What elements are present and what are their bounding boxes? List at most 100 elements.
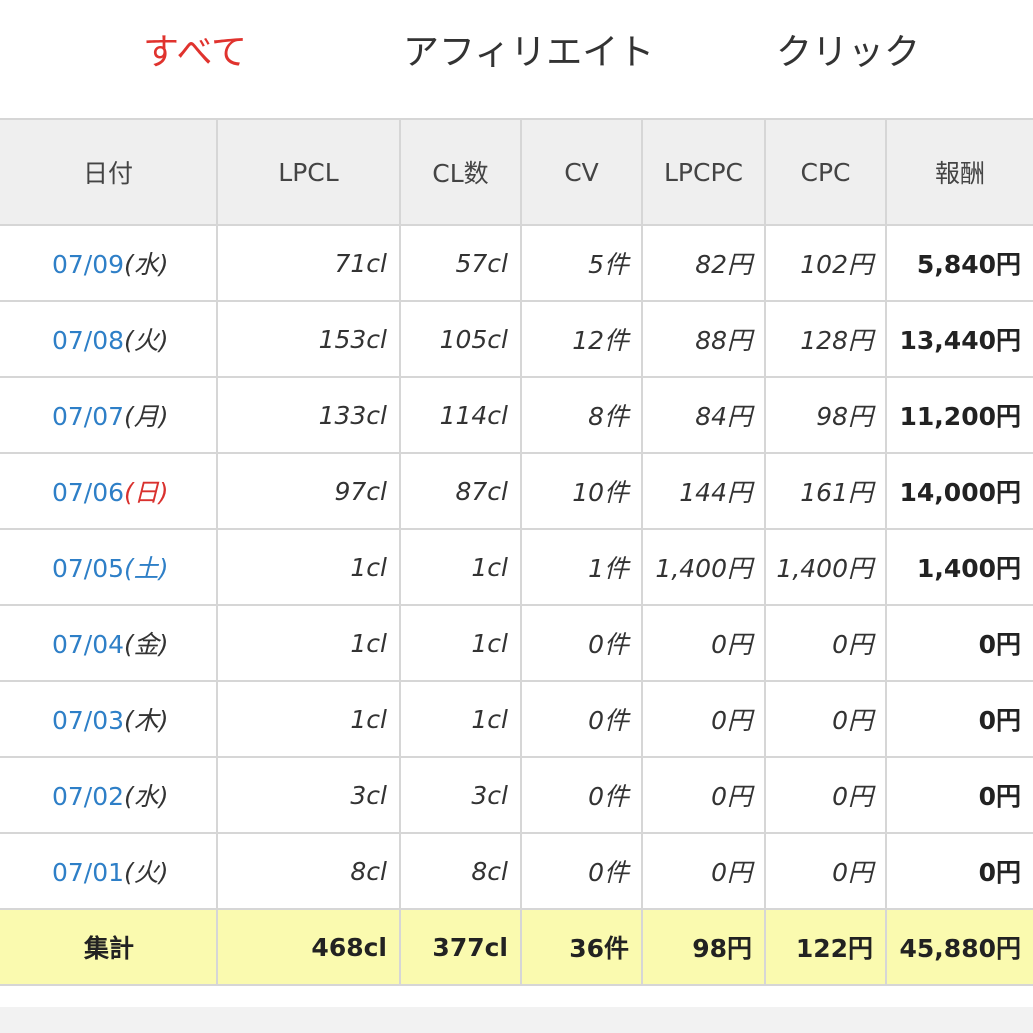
date-link[interactable]: 07/01 <box>52 858 124 887</box>
reward-cell: 14,000円 <box>885 452 1033 530</box>
reward-cell: 0円 <box>885 604 1033 682</box>
header-cv: CV <box>520 118 643 226</box>
day-of-week: (水) <box>124 250 169 279</box>
total-lpcl: 468cl <box>216 908 401 986</box>
table-row: 07/04(金) 1cl 1cl 0件 0円 0円 0円 <box>0 604 1033 682</box>
cv-cell: 0件 <box>520 756 643 834</box>
bottom-band <box>0 1007 1033 1033</box>
date-cell[interactable]: 07/07(月) <box>0 376 218 454</box>
day-of-week: (木) <box>124 706 169 735</box>
cl-count-cell: 1cl <box>399 604 522 682</box>
cl-count-cell: 105cl <box>399 300 522 378</box>
reward-cell: 0円 <box>885 680 1033 758</box>
cpc-cell: 0円 <box>764 680 887 758</box>
total-cl-count: 377cl <box>399 908 522 986</box>
table-row: 07/03(木) 1cl 1cl 0件 0円 0円 0円 <box>0 680 1033 758</box>
date-link[interactable]: 07/02 <box>52 782 124 811</box>
lpcpc-cell: 0円 <box>641 756 766 834</box>
reward-cell: 13,440円 <box>885 300 1033 378</box>
reward-cell: 0円 <box>885 756 1033 834</box>
date-cell[interactable]: 07/05(土) <box>0 528 218 606</box>
cpc-cell: 1,400円 <box>764 528 887 606</box>
lpcl-cell: 1cl <box>216 528 401 606</box>
date-link[interactable]: 07/07 <box>52 402 124 431</box>
table-row: 07/08(火) 153cl 105cl 12件 88円 128円 13,440… <box>0 300 1033 378</box>
date-link[interactable]: 07/05 <box>52 554 124 583</box>
date-link[interactable]: 07/03 <box>52 706 124 735</box>
tab-click[interactable]: クリック <box>776 26 920 80</box>
report-table-container: 日付 LPCL CL数 CV LPCPC CPC 報酬 07/09(水) 71c… <box>0 118 1033 986</box>
date-link[interactable]: 07/06 <box>52 478 124 507</box>
lpcl-cell: 71cl <box>216 224 401 302</box>
lpcpc-cell: 0円 <box>641 604 766 682</box>
lpcpc-cell: 144円 <box>641 452 766 530</box>
date-cell[interactable]: 07/02(水) <box>0 756 218 834</box>
reward-cell: 5,840円 <box>885 224 1033 302</box>
lpcpc-cell: 0円 <box>641 680 766 758</box>
header-cpc: CPC <box>764 118 887 226</box>
lpcl-cell: 153cl <box>216 300 401 378</box>
cv-cell: 0件 <box>520 832 643 910</box>
table-row: 07/01(火) 8cl 8cl 0件 0円 0円 0円 <box>0 832 1033 910</box>
day-of-week: (水) <box>124 782 169 811</box>
cl-count-cell: 8cl <box>399 832 522 910</box>
total-label: 集計 <box>0 908 218 986</box>
cpc-cell: 0円 <box>764 832 887 910</box>
date-cell[interactable]: 07/06(日) <box>0 452 218 530</box>
date-link[interactable]: 07/09 <box>52 250 124 279</box>
day-of-week: (日) <box>124 478 169 507</box>
tab-bar: すべて アフィリエイト クリック <box>0 0 1033 118</box>
reward-cell: 1,400円 <box>885 528 1033 606</box>
date-cell[interactable]: 07/08(火) <box>0 300 218 378</box>
cv-cell: 5件 <box>520 224 643 302</box>
total-row: 集計 468cl 377cl 36件 98円 122円 45,880円 <box>0 908 1033 986</box>
cpc-cell: 128円 <box>764 300 887 378</box>
lpcl-cell: 1cl <box>216 680 401 758</box>
date-link[interactable]: 07/04 <box>52 630 124 659</box>
day-of-week: (火) <box>124 326 169 355</box>
day-of-week: (月) <box>124 402 169 431</box>
cl-count-cell: 3cl <box>399 756 522 834</box>
cv-cell: 12件 <box>520 300 643 378</box>
day-of-week: (火) <box>124 858 169 887</box>
report-table: 日付 LPCL CL数 CV LPCPC CPC 報酬 07/09(水) 71c… <box>0 118 1033 986</box>
date-cell[interactable]: 07/04(金) <box>0 604 218 682</box>
cpc-cell: 0円 <box>764 604 887 682</box>
header-lpcpc: LPCPC <box>641 118 766 226</box>
cv-cell: 0件 <box>520 680 643 758</box>
lpcpc-cell: 84円 <box>641 376 766 454</box>
date-cell[interactable]: 07/01(火) <box>0 832 218 910</box>
table-header-row: 日付 LPCL CL数 CV LPCPC CPC 報酬 <box>0 118 1033 226</box>
lpcpc-cell: 1,400円 <box>641 528 766 606</box>
tab-all[interactable]: すべて <box>143 26 247 80</box>
total-reward: 45,880円 <box>885 908 1033 986</box>
total-cpc: 122円 <box>764 908 887 986</box>
cv-cell: 8件 <box>520 376 643 454</box>
table-body: 07/09(水) 71cl 57cl 5件 82円 102円 5,840円 07… <box>0 224 1033 910</box>
tab-affiliate[interactable]: アフィリエイト <box>403 26 654 80</box>
day-of-week: (金) <box>124 630 169 659</box>
cv-cell: 0件 <box>520 604 643 682</box>
total-lpcpc: 98円 <box>641 908 766 986</box>
lpcl-cell: 1cl <box>216 604 401 682</box>
lpcl-cell: 97cl <box>216 452 401 530</box>
date-cell[interactable]: 07/09(水) <box>0 224 218 302</box>
cpc-cell: 0円 <box>764 756 887 834</box>
header-lpcl: LPCL <box>216 118 401 226</box>
cv-cell: 10件 <box>520 452 643 530</box>
table-row: 07/07(月) 133cl 114cl 8件 84円 98円 11,200円 <box>0 376 1033 454</box>
lpcl-cell: 8cl <box>216 832 401 910</box>
table-row: 07/06(日) 97cl 87cl 10件 144円 161円 14,000円 <box>0 452 1033 530</box>
lpcpc-cell: 0円 <box>641 832 766 910</box>
cpc-cell: 102円 <box>764 224 887 302</box>
reward-cell: 0円 <box>885 832 1033 910</box>
cl-count-cell: 114cl <box>399 376 522 454</box>
cl-count-cell: 57cl <box>399 224 522 302</box>
cl-count-cell: 1cl <box>399 680 522 758</box>
date-cell[interactable]: 07/03(木) <box>0 680 218 758</box>
lpcl-cell: 133cl <box>216 376 401 454</box>
day-of-week: (土) <box>124 554 169 583</box>
cv-cell: 1件 <box>520 528 643 606</box>
date-link[interactable]: 07/08 <box>52 326 124 355</box>
cpc-cell: 98円 <box>764 376 887 454</box>
